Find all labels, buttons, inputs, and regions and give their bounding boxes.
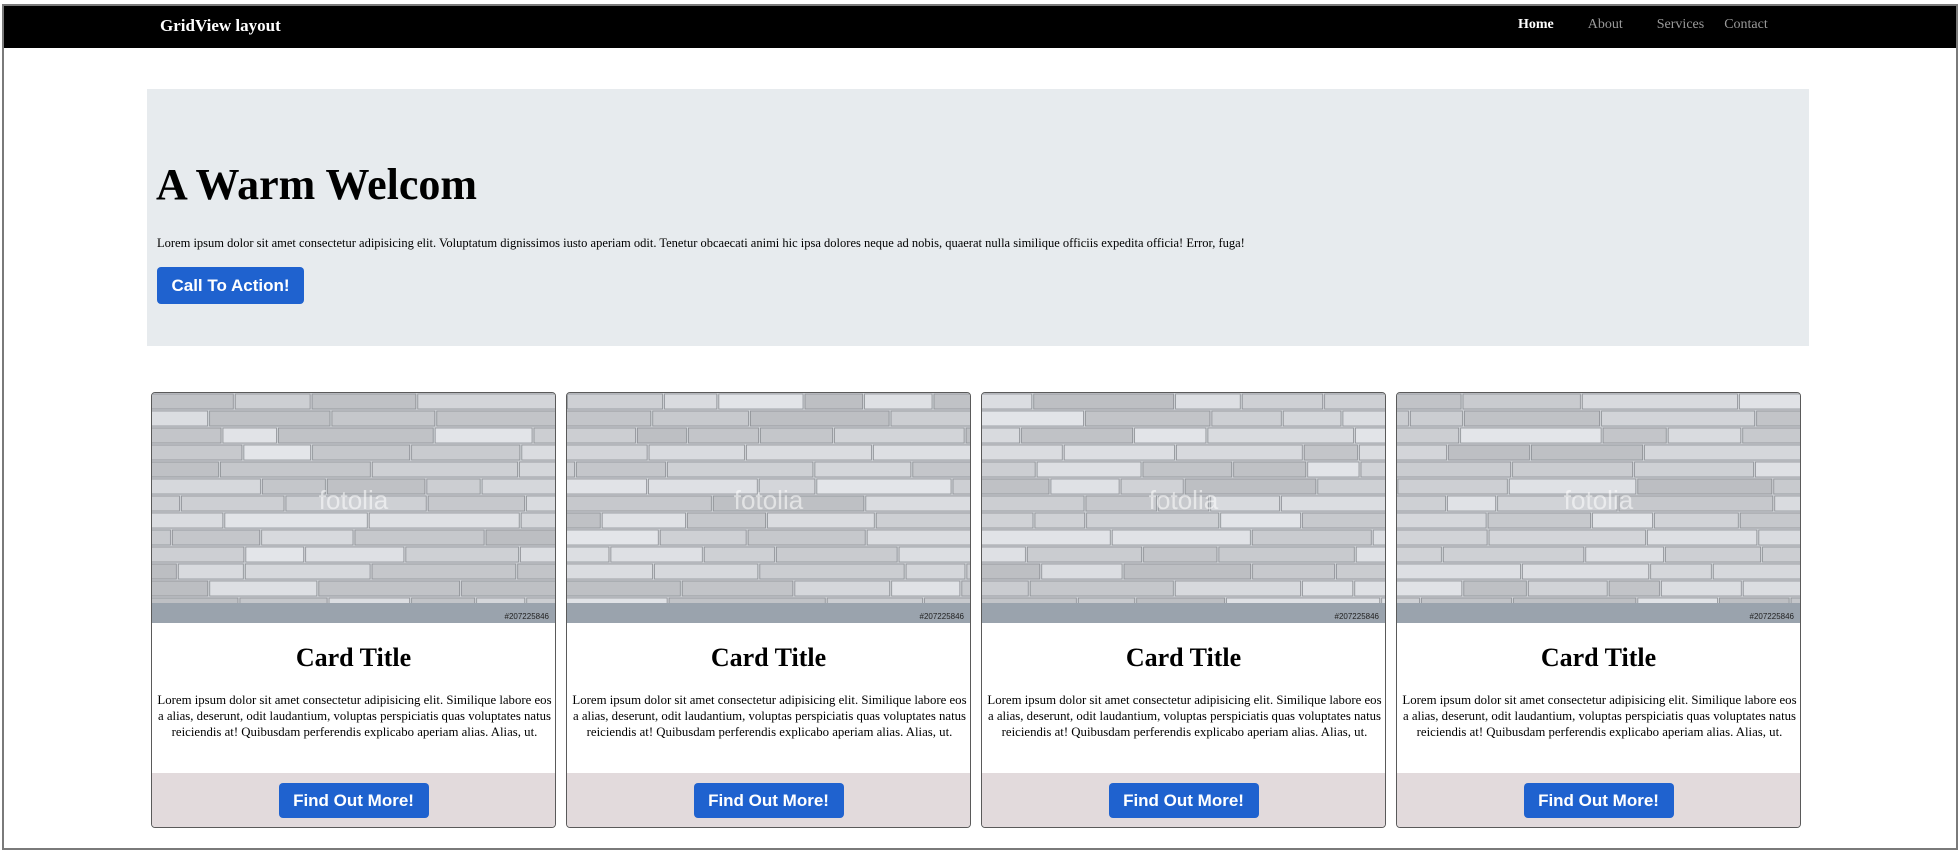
card: fotolia #207225846 Card Title Lorem ipsu… (151, 392, 556, 828)
card-footer: Find Out More! (982, 773, 1385, 827)
card-title: Card Title (710, 643, 827, 672)
card-grid: fotolia #207225846 Card Title Lorem ipsu… (151, 392, 1807, 828)
card: fotolia #207225846 Card Title Lorem ipsu… (1396, 392, 1801, 828)
find-out-more-button[interactable]: Find Out More! (1108, 783, 1259, 818)
find-out-more-button[interactable]: Find Out More! (693, 783, 844, 818)
nav-link-services[interactable]: Services (1657, 17, 1704, 33)
card-title: Card Title (1540, 643, 1657, 672)
card-footer: Find Out More! (1397, 773, 1800, 827)
card: fotolia #207225846 Card Title Lorem ipsu… (566, 392, 971, 828)
card-image: fotolia #207225846 (152, 393, 555, 623)
find-out-more-button[interactable]: Find Out More! (278, 783, 429, 818)
card-text: Lorem ipsum dolor sit amet consectetur a… (157, 693, 552, 739)
card-image: fotolia #207225846 (567, 393, 970, 623)
image-id: #207225846 (504, 612, 550, 621)
hero-text: Lorem ipsum dolor sit amet consectetur a… (157, 236, 1245, 250)
card: fotolia #207225846 Card Title Lorem ipsu… (981, 392, 1386, 828)
card-text: Lorem ipsum dolor sit amet consectetur a… (987, 693, 1382, 739)
top-navbar: GridView layout Home About Services Cont… (4, 6, 1956, 48)
card-text: Lorem ipsum dolor sit amet consectetur a… (1402, 693, 1797, 739)
nav-links: Home About Services Contact (1518, 17, 1788, 33)
card-footer: Find Out More! (567, 773, 970, 827)
card-footer: Find Out More! (152, 773, 555, 827)
hero-jumbotron: A Warm Welcom Lorem ipsum dolor sit amet… (147, 89, 1809, 346)
nav-link-home[interactable]: Home (1518, 17, 1554, 33)
find-out-more-button[interactable]: Find Out More! (1523, 783, 1674, 818)
image-watermark: fotolia (1148, 485, 1219, 515)
image-id: #207225846 (1334, 612, 1380, 621)
card-text: Lorem ipsum dolor sit amet consectetur a… (572, 693, 967, 739)
call-to-action-button[interactable]: Call To Action! (157, 267, 304, 304)
card-image: fotolia #207225846 (1397, 393, 1800, 623)
card-image: fotolia #207225846 (982, 393, 1385, 623)
page-frame: GridView layout Home About Services Cont… (2, 4, 1958, 850)
card-title: Card Title (1125, 643, 1242, 672)
brand-logo[interactable]: GridView layout (160, 16, 281, 36)
image-watermark: fotolia (318, 485, 389, 515)
hero-title: A Warm Welcom (156, 160, 478, 209)
image-watermark: fotolia (1563, 485, 1634, 515)
image-watermark: fotolia (733, 485, 804, 515)
nav-link-about[interactable]: About (1588, 17, 1623, 33)
image-id: #207225846 (1749, 612, 1795, 621)
image-id: #207225846 (919, 612, 965, 621)
card-title: Card Title (295, 643, 412, 672)
nav-link-contact[interactable]: Contact (1724, 17, 1768, 33)
